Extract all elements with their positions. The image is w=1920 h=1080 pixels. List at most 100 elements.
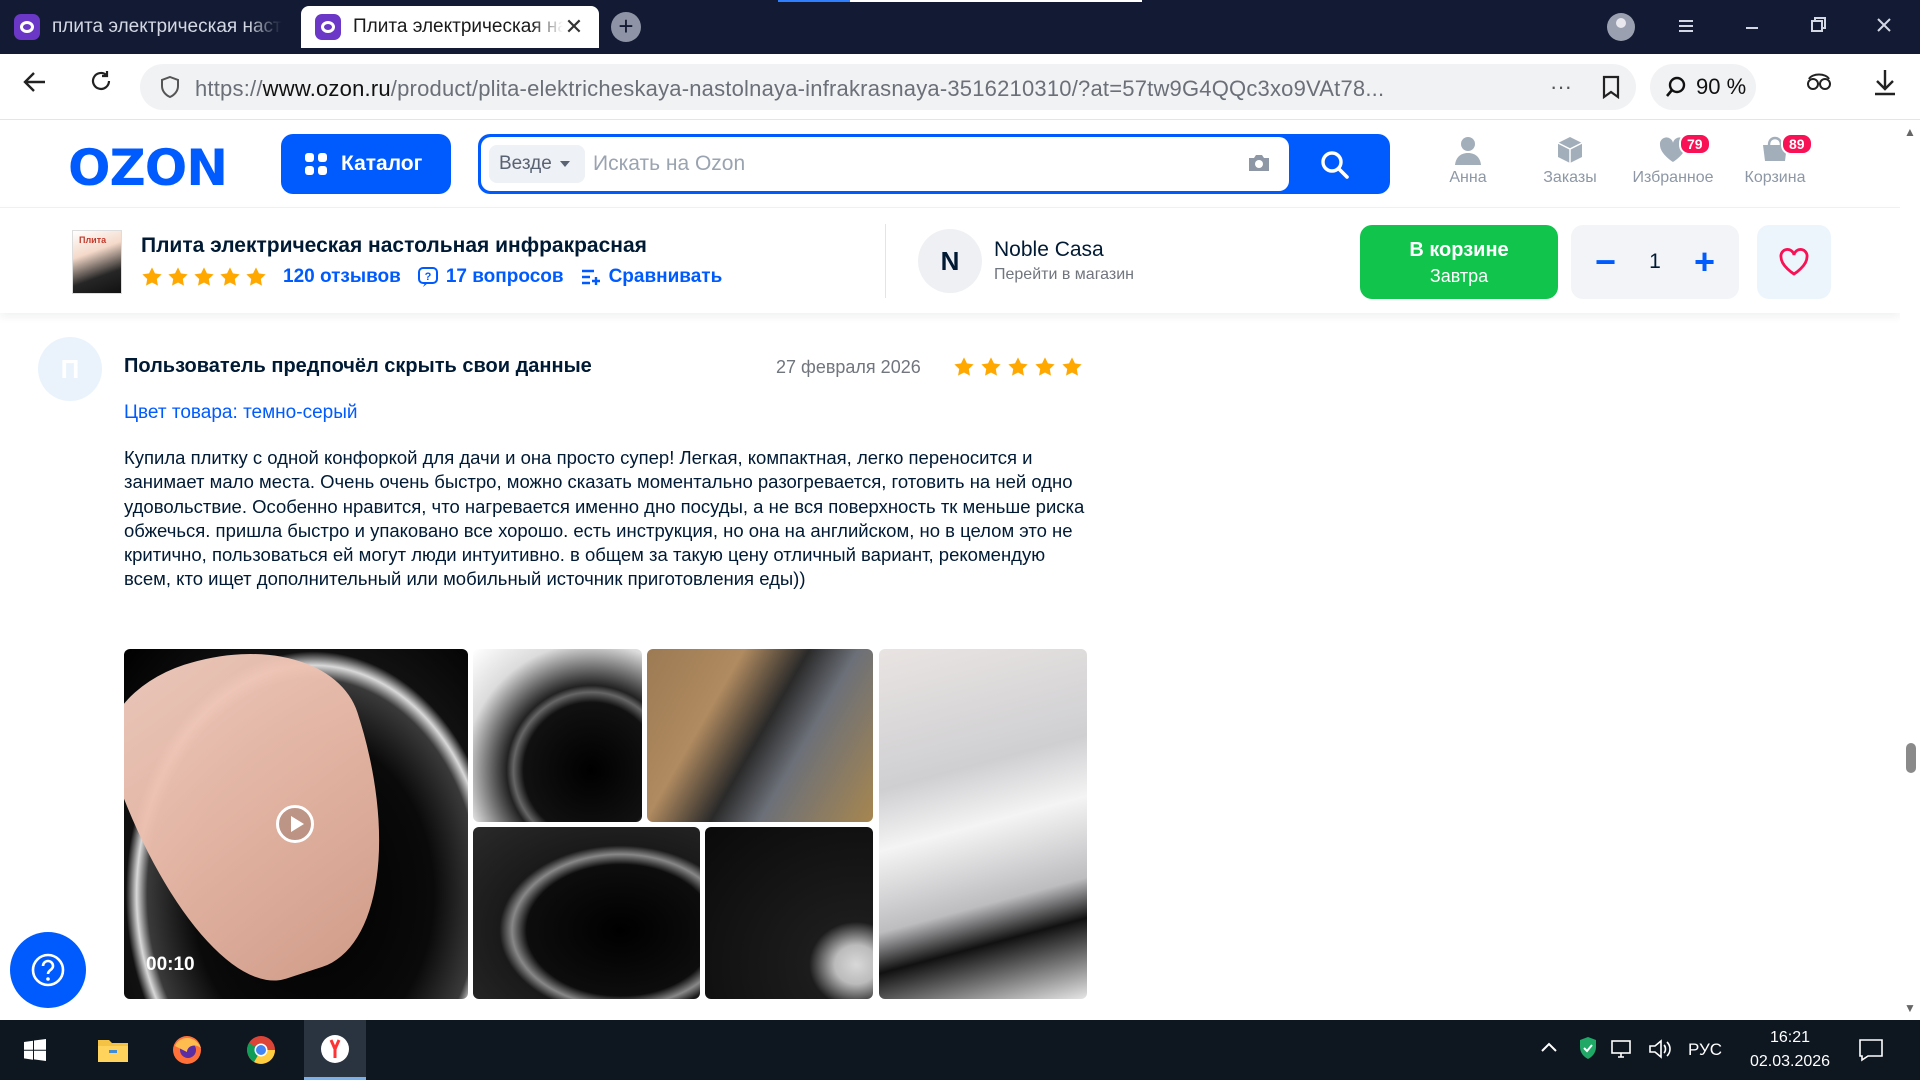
product-title: Плита электрическая настольная инфракрас…	[141, 234, 647, 257]
close-window-icon[interactable]	[1866, 10, 1902, 46]
file-explorer-icon[interactable]	[82, 1020, 144, 1080]
box-icon	[1557, 137, 1583, 163]
reload-icon[interactable]	[82, 68, 120, 106]
network-icon[interactable]	[1610, 1038, 1636, 1065]
language-indicator[interactable]: РУС	[1688, 1040, 1722, 1060]
scrollbar-thumb[interactable]	[1906, 743, 1916, 773]
star-icon	[1035, 357, 1055, 376]
shield-lock-icon[interactable]	[160, 76, 180, 98]
zoom-level: 90 %	[1696, 74, 1747, 99]
product-thumbnail[interactable]: Плита	[72, 230, 122, 294]
help-chat-button[interactable]	[10, 932, 86, 1008]
ozon-favicon-icon	[315, 14, 341, 40]
tab-title: Плита электрическая настольная	[353, 16, 563, 37]
downloads-icon[interactable]	[1866, 68, 1904, 106]
increase-quantity-button[interactable]: +	[1694, 244, 1715, 280]
review-photo[interactable]	[473, 649, 642, 822]
scroll-down-arrow-icon[interactable]: ▼	[1904, 1001, 1916, 1015]
compare-link[interactable]: Сравнивать	[580, 266, 722, 288]
questions-link[interactable]: ? 17 вопросов	[417, 266, 564, 288]
svg-text:?: ?	[424, 271, 431, 283]
reviews-link[interactable]: 120 отзывов	[283, 266, 401, 288]
search-scope-dropdown[interactable]: Везде	[489, 145, 585, 183]
heart-outline-icon	[1779, 248, 1809, 276]
camera-search-icon[interactable]	[1247, 153, 1271, 173]
search-bar: Везде	[478, 134, 1390, 194]
review-author: Пользователь предпочёл скрыть свои данны…	[124, 355, 592, 377]
ozon-header: OZON Каталог Везде Анна Заказы Избранное…	[0, 121, 1900, 207]
show-hidden-icons-icon[interactable]	[1540, 1038, 1558, 1058]
review-video-thumbnail[interactable]: 00:10	[124, 649, 468, 999]
new-tab-button[interactable]: +	[611, 12, 641, 42]
browser-tab-1[interactable]: плита электрическая настольная	[0, 6, 296, 48]
seller-name[interactable]: Noble Casa	[994, 238, 1104, 262]
yandex-browser-icon[interactable]	[304, 1020, 366, 1080]
in-cart-button[interactable]: В корзине Завтра	[1360, 225, 1558, 299]
search-input[interactable]	[593, 145, 1193, 183]
taskbar-clock[interactable]: 16:21 02.03.2026	[1744, 1026, 1836, 1074]
sticky-product-bar: Плита Плита электрическая настольная инф…	[0, 207, 1900, 313]
browser-tab-2-active[interactable]: Плита электрическая настольная ✕	[301, 6, 599, 48]
browser-tab-bar: плита электрическая настольная Плита эле…	[0, 0, 1920, 54]
video-duration: 00:10	[146, 954, 195, 975]
volume-icon[interactable]	[1648, 1038, 1672, 1065]
nav-cart[interactable]: Корзина 89	[1725, 133, 1825, 187]
question-bubble-icon: ?	[417, 267, 438, 287]
play-icon[interactable]	[276, 805, 314, 843]
star-icon	[168, 267, 188, 286]
star-icon	[1008, 357, 1028, 376]
favorites-count-badge: 79	[1679, 133, 1711, 155]
back-icon[interactable]	[16, 68, 54, 106]
product-rating-stars	[141, 266, 267, 288]
catalog-button[interactable]: Каталог	[281, 134, 451, 194]
compare-icon	[581, 269, 600, 285]
extensions-icon[interactable]	[1800, 68, 1838, 106]
close-tab-icon[interactable]: ✕	[563, 14, 585, 40]
browser-profile-icon[interactable]	[1607, 13, 1635, 41]
review-photo[interactable]	[647, 649, 873, 822]
page-scrollbar[interactable]: ▲ ▼	[1900, 121, 1920, 1019]
add-to-favorites-button[interactable]	[1757, 225, 1831, 299]
windows-taskbar: РУС 16:21 02.03.2026	[0, 1020, 1920, 1080]
go-to-store-link[interactable]: Перейти в магазин	[994, 266, 1134, 284]
nav-profile[interactable]: Анна	[1418, 135, 1518, 187]
star-icon	[194, 267, 214, 286]
user-icon	[1455, 137, 1481, 165]
security-shield-icon[interactable]	[1578, 1036, 1598, 1065]
url-field[interactable]: https://www.ozon.ru/product/plita-elektr…	[140, 64, 1636, 110]
scroll-up-arrow-icon[interactable]: ▲	[1904, 125, 1916, 139]
chrome-icon[interactable]	[230, 1020, 292, 1080]
star-icon	[246, 267, 266, 286]
browser-menu-icon[interactable]	[1668, 10, 1704, 46]
review-rating-stars	[953, 356, 1083, 378]
minimize-window-icon[interactable]	[1734, 10, 1770, 46]
review-photo[interactable]	[879, 649, 1087, 999]
windows-start-icon[interactable]	[4, 1020, 66, 1080]
star-icon	[1062, 357, 1082, 376]
notifications-icon[interactable]	[1858, 1038, 1884, 1067]
url-text[interactable]: https://www.ozon.ru/product/plita-elektr…	[195, 76, 1384, 102]
seller-avatar[interactable]: N	[918, 229, 982, 293]
ozon-logo[interactable]: OZON	[68, 139, 228, 197]
restore-window-icon[interactable]	[1800, 10, 1836, 46]
review-product-color[interactable]: Цвет товара: темно-серый	[124, 402, 357, 424]
grid-icon	[305, 153, 327, 175]
firefox-icon[interactable]	[156, 1020, 218, 1080]
decrease-quantity-button[interactable]: −	[1595, 244, 1616, 280]
nav-orders[interactable]: Заказы	[1520, 135, 1620, 187]
question-icon	[31, 953, 65, 987]
ozon-favicon-icon	[14, 14, 40, 40]
quantity-stepper: − 1 +	[1571, 225, 1739, 299]
search-icon[interactable]	[1318, 148, 1352, 182]
review-photo[interactable]	[705, 827, 873, 999]
more-options-icon[interactable]: ···	[1550, 74, 1572, 100]
review-photo[interactable]	[473, 827, 700, 999]
star-icon	[142, 267, 162, 286]
cart-count-badge: 89	[1781, 133, 1813, 155]
star-icon	[981, 357, 1001, 376]
bookmark-icon[interactable]	[1600, 75, 1622, 99]
quantity-value: 1	[1649, 250, 1661, 273]
zoom-indicator[interactable]: 90 %	[1650, 64, 1756, 110]
nav-favorites[interactable]: Избранное 79	[1623, 133, 1723, 187]
review-date: 27 февраля 2026	[776, 357, 921, 377]
